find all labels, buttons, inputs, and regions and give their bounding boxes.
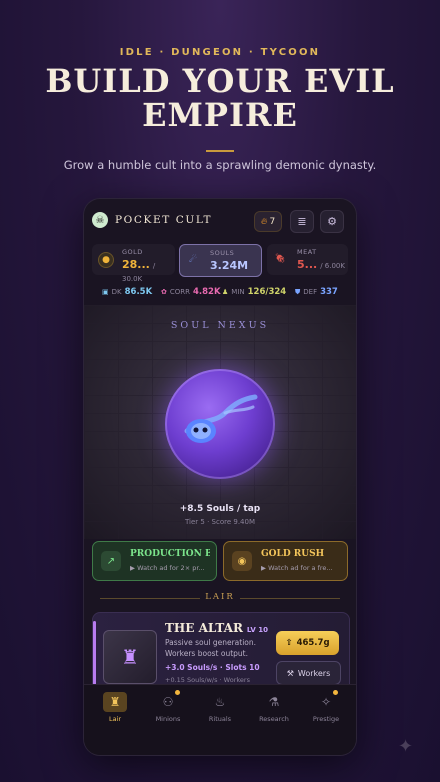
trend-up-icon: ↗ — [101, 551, 121, 571]
meat-icon: 🍖︎ — [274, 254, 286, 264]
notification-dot — [333, 690, 338, 695]
hammer-icon: ⚒ — [286, 668, 294, 678]
resource-gold[interactable]: ● GOLD 28.../ 30.0K — [92, 244, 175, 283]
tier-score: Tier 5 · Score 9.40M — [185, 518, 255, 526]
upgrade-button[interactable]: ⇧ 465.7g — [276, 631, 339, 655]
resource-meat[interactable]: 🍖︎ MEAT 5.../ 6.00K — [267, 244, 348, 275]
fire-icon: 🔥︎ — [260, 216, 268, 227]
minion-icon: ♟ — [222, 288, 229, 296]
flask-icon: ⚗ — [268, 695, 280, 709]
coin-icon: ● — [98, 252, 114, 268]
lair-section-header: LAIR — [84, 592, 356, 604]
nav-rituals[interactable]: ♨ Rituals — [193, 685, 247, 730]
nav-minions[interactable]: ⚇ Minions — [141, 685, 195, 730]
nav-research[interactable]: ⚗ Research — [247, 685, 301, 730]
nav-lair[interactable]: ♜ Lair — [88, 685, 142, 730]
resource-value: 5.../ 6.00K — [297, 258, 345, 271]
phone-frame: ☠ POCKET CULT 🔥︎ 7 ≣ ⚙ ● GOLD 28.../ 30.… — [84, 199, 356, 755]
building-rate-detail: +0.15 Souls/w/s · Workers — [165, 676, 250, 684]
gold-rush-card[interactable]: ◉ GOLD RUSH ▶ Watch ad for a fre... — [223, 541, 348, 581]
stats-row: ▣ DK 86.5K ✿ CORR 4.82K ♟ MIN 126/324 ⛊ DEF… — [84, 287, 356, 299]
corruption-icon: ✿ — [161, 288, 167, 296]
soul-orb[interactable] — [165, 369, 275, 479]
building-description: Passive soul generation. Workers boost o… — [165, 638, 257, 658]
minions-icon: ⚇ — [162, 695, 174, 709]
sparkle-icon: ✧ — [320, 695, 332, 709]
headline-divider — [206, 150, 234, 152]
headline-line2: EMPIRE — [142, 96, 298, 134]
stat-dk: ▣ DK 86.5K — [102, 287, 153, 297]
resource-label: SOULS — [210, 249, 235, 257]
tagline: IDLE · DUNGEON · TYCOON — [119, 47, 321, 58]
soul-nexus-scene: SOUL NEXUS +8.5 Souls / tap Tier 5 · Sco… — [84, 305, 356, 539]
stat-corr: ✿ CORR 4.82K — [161, 287, 221, 297]
stat-min: ♟ MIN 126/324 — [222, 287, 287, 297]
book-icon: ▣ — [102, 288, 109, 296]
boost-subtitle: ▶ Watch ad for 2× pr... — [130, 564, 205, 572]
accent-bar — [93, 621, 96, 685]
settings-button[interactable]: ⚙ — [320, 210, 344, 233]
headline-line1: BUILD YOUR EVIL — [45, 62, 395, 100]
app-title: POCKET CULT — [115, 214, 213, 226]
app-header: ☠ POCKET CULT 🔥︎ 7 ≣ ⚙ — [84, 199, 356, 241]
gear-icon: ⚙ — [327, 215, 337, 228]
altar-icon: ♜ — [103, 630, 157, 684]
section-title: LAIR — [205, 592, 235, 602]
castle-icon: ♜ — [103, 692, 127, 712]
notification-dot — [175, 690, 180, 695]
resource-value: 3.24M — [210, 259, 249, 272]
upgrade-arrow-icon: ⇧ — [285, 638, 293, 648]
shield-icon: ⛊ — [295, 287, 301, 296]
workers-button[interactable]: ⚒ Workers — [276, 661, 341, 685]
resource-label: MEAT — [297, 248, 317, 256]
resource-souls[interactable]: ☄ SOULS 3.24M — [179, 244, 262, 277]
boost-title: PRODUCTION B... — [130, 549, 210, 559]
tap-yield: +8.5 Souls / tap — [179, 504, 261, 514]
fire-count: 7 — [269, 216, 276, 227]
subline: Grow a humble cult into a sprawling demo… — [63, 158, 377, 172]
production-boost-card[interactable]: ↗ PRODUCTION B... ▶ Watch ad for 2× pr..… — [92, 541, 217, 581]
stat-def: ⛊ DEF 337 — [295, 287, 338, 297]
soul-icon: ☄ — [188, 255, 198, 265]
bottom-nav: ♜ Lair ⚇ Minions ♨ Rituals ⚗ Research ✧ … — [84, 684, 356, 755]
sparkle-decoration-icon: ✦ — [398, 736, 414, 757]
boost-subtitle: ▶ Watch ad for a fre... — [261, 564, 333, 572]
soul-wisp-icon — [184, 394, 258, 443]
building-name: THE ALTAR LV 10 — [165, 621, 269, 635]
divider-right — [240, 598, 340, 599]
scroll-icon: ≣ — [297, 215, 307, 228]
building-rate: +3.0 Souls/s · Slots 10 — [165, 663, 260, 672]
resource-value: 28.../ 30.0K — [122, 258, 156, 283]
boost-title: GOLD RUSH — [261, 549, 325, 559]
altar-building-card[interactable]: ♜ THE ALTAR LV 10 Passive soul generation… — [92, 612, 350, 694]
fire-counter[interactable]: 🔥︎ 7 — [254, 211, 282, 232]
headline: BUILD YOUR EVIL EMPIRE — [0, 64, 440, 132]
scroll-button[interactable]: ≣ — [290, 210, 314, 233]
resource-label: GOLD — [122, 248, 143, 256]
skull-icon: ☠ — [92, 212, 108, 228]
coins-icon: ◉ — [232, 551, 252, 571]
building-level: LV 10 — [246, 626, 269, 634]
flame-icon: ♨ — [214, 695, 226, 709]
nexus-title: SOUL NEXUS — [170, 320, 270, 331]
nav-prestige[interactable]: ✧ Prestige — [299, 685, 353, 730]
